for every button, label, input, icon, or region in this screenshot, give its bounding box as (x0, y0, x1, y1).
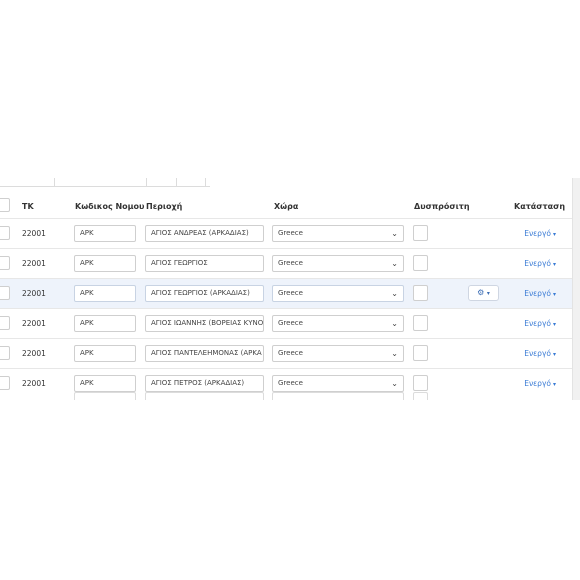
col-header-status[interactable]: Κατάσταση (514, 202, 565, 211)
area-input[interactable]: ΑΓΙΟΣ ΙΩΑΝΝΗΣ (ΒΟΡΕΙΑΣ ΚΥΝΟ (145, 315, 264, 332)
code-input[interactable]: ΑΡΚ (74, 345, 136, 362)
table-row[interactable]: 22001 ΑΡΚ ΑΓΙΟΣ ΠΑΝΤΕΛΕΗΜΟΝΑΣ (ΑΡΚΑ Gree… (0, 338, 572, 368)
tk-cell: 22001 (22, 229, 46, 238)
status-dropdown[interactable]: Ενεργό ▾ (524, 229, 556, 238)
country-select[interactable]: Greece ⌄ (272, 225, 404, 242)
area-input[interactable]: ΑΓΙΟΣ ΓΕΩΡΓΙΟΣ (145, 255, 264, 272)
col-header-code[interactable]: Κωδικος Νομου (75, 202, 144, 211)
next-row-partial (0, 392, 572, 400)
tk-cell: 22001 (22, 319, 46, 328)
code-input[interactable]: ΑΡΚ (74, 315, 136, 332)
table-row[interactable]: 22001 ΑΡΚ ΑΓΙΟΣ ΓΕΩΡΓΙΟΣ Greece ⌄ Ενεργό ▾ (0, 248, 572, 278)
status-dropdown[interactable]: Ενεργό ▾ (524, 319, 556, 328)
code-input[interactable]: ΑΡΚ (74, 255, 136, 272)
gear-icon: ⚙ (477, 288, 485, 297)
country-value: Greece (278, 319, 303, 327)
caret-down-icon: ▾ (552, 261, 556, 268)
country-select[interactable]: Greece ⌄ (272, 285, 404, 302)
table-body: 22001 ΑΡΚ ΑΓΙΟΣ ΑΝΔΡΕΑΣ (ΑΡΚΑΔΙΑΣ) Greec… (0, 218, 572, 398)
code-input[interactable]: ΑΡΚ (74, 225, 136, 242)
country-value: Greece (278, 259, 303, 267)
chevron-down-icon: ⌄ (391, 319, 398, 328)
status-dropdown[interactable]: Ενεργό ▾ (524, 289, 556, 298)
status-dropdown[interactable]: Ενεργό ▾ (524, 349, 556, 358)
caret-down-icon: ▾ (552, 291, 556, 298)
status-label: Ενεργό (524, 229, 551, 238)
select-all-checkbox[interactable] (0, 198, 10, 212)
status-label: Ενεργό (524, 319, 551, 328)
chevron-down-icon: ⌄ (391, 349, 398, 358)
chevron-down-icon: ⌄ (391, 229, 398, 238)
code-input[interactable]: ΑΡΚ (74, 285, 136, 302)
country-select[interactable]: Greece ⌄ (272, 315, 404, 332)
status-dropdown[interactable]: Ενεργό ▾ (524, 259, 556, 268)
status-label: Ενεργό (524, 259, 551, 268)
caret-down-icon: ▾ (486, 290, 490, 297)
filter-strip (0, 178, 210, 187)
caret-down-icon: ▾ (552, 351, 556, 358)
col-header-area[interactable]: Περιοχή (146, 202, 182, 211)
available-checkbox[interactable] (413, 375, 428, 391)
chevron-down-icon: ⌄ (391, 289, 398, 298)
country-select[interactable]: Greece ⌄ (272, 345, 404, 362)
status-dropdown[interactable]: Ενεργό ▾ (524, 379, 556, 388)
row-actions-button[interactable]: ⚙ ▾ (468, 285, 499, 301)
available-checkbox[interactable] (413, 315, 428, 331)
country-value: Greece (278, 229, 303, 237)
table-row[interactable]: 22001 ΑΡΚ ΑΓΙΟΣ ΙΩΑΝΝΗΣ (ΒΟΡΕΙΑΣ ΚΥΝΟ Gr… (0, 308, 572, 338)
status-label: Ενεργό (524, 289, 551, 298)
tk-cell: 22001 (22, 259, 46, 268)
caret-down-icon: ▾ (552, 381, 556, 388)
area-input[interactable]: ΑΓΙΟΣ ΑΝΔΡΕΑΣ (ΑΡΚΑΔΙΑΣ) (145, 225, 264, 242)
country-select[interactable]: Greece ⌄ (272, 375, 404, 392)
tk-cell: 22001 (22, 289, 46, 298)
available-checkbox[interactable] (413, 225, 428, 241)
available-checkbox[interactable] (413, 285, 428, 301)
row-checkbox[interactable] (0, 226, 10, 240)
area-input[interactable]: ΑΓΙΟΣ ΓΕΩΡΓΙΟΣ (ΑΡΚΑΔΙΑΣ) (145, 285, 264, 302)
col-header-country[interactable]: Χώρα (274, 202, 298, 211)
row-checkbox[interactable] (0, 346, 10, 360)
country-value: Greece (278, 379, 303, 387)
code-input[interactable]: ΑΡΚ (74, 375, 136, 392)
regions-table: ΤΚ Κωδικος Νομου Περιοχή Χώρα Δυσπρόσιτη… (0, 178, 572, 400)
available-checkbox[interactable] (413, 345, 428, 361)
country-select[interactable]: Greece ⌄ (272, 255, 404, 272)
col-header-tk[interactable]: ΤΚ (22, 202, 34, 211)
status-label: Ενεργό (524, 349, 551, 358)
row-checkbox[interactable] (0, 316, 10, 330)
country-value: Greece (278, 289, 303, 297)
caret-down-icon: ▾ (552, 231, 556, 238)
table-row-selected[interactable]: 22001 ΑΡΚ ΑΓΙΟΣ ΓΕΩΡΓΙΟΣ (ΑΡΚΑΔΙΑΣ) Gree… (0, 278, 572, 308)
row-checkbox[interactable] (0, 286, 10, 300)
vertical-scrollbar[interactable] (572, 178, 580, 400)
table-header: ΤΚ Κωδικος Νομου Περιοχή Χώρα Δυσπρόσιτη… (0, 196, 572, 218)
status-label: Ενεργό (524, 379, 551, 388)
chevron-down-icon: ⌄ (391, 259, 398, 268)
caret-down-icon: ▾ (552, 321, 556, 328)
row-checkbox[interactable] (0, 256, 10, 270)
row-checkbox[interactable] (0, 376, 10, 390)
table-row[interactable]: 22001 ΑΡΚ ΑΓΙΟΣ ΑΝΔΡΕΑΣ (ΑΡΚΑΔΙΑΣ) Greec… (0, 218, 572, 248)
chevron-down-icon: ⌄ (391, 379, 398, 388)
country-value: Greece (278, 349, 303, 357)
tk-cell: 22001 (22, 379, 46, 388)
area-input[interactable]: ΑΓΙΟΣ ΠΑΝΤΕΛΕΗΜΟΝΑΣ (ΑΡΚΑ (145, 345, 264, 362)
area-input[interactable]: ΑΓΙΟΣ ΠΕΤΡΟΣ (ΑΡΚΑΔΙΑΣ) (145, 375, 264, 392)
col-header-available[interactable]: Δυσπρόσιτη (414, 202, 470, 211)
tk-cell: 22001 (22, 349, 46, 358)
available-checkbox[interactable] (413, 255, 428, 271)
